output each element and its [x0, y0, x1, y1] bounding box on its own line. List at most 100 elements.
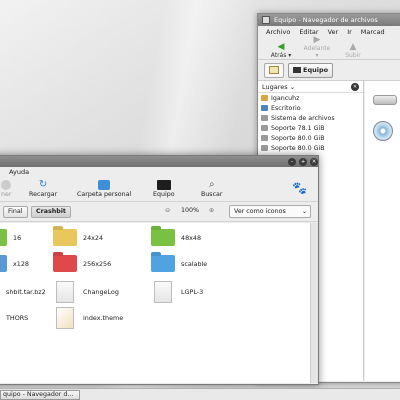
hard-drive-icon[interactable] [373, 95, 397, 105]
menu-ayuda[interactable]: Ayuda [9, 168, 29, 176]
home-folder-icon [98, 180, 111, 190]
file-item[interactable]: 16 [0, 229, 21, 246]
file-item[interactable]: x128 [0, 255, 29, 272]
crumb-crashbit[interactable]: Crashbit [31, 206, 71, 218]
place-icon [261, 115, 268, 121]
places-header[interactable]: Lugares ⌄ ✕ [258, 81, 363, 93]
theme-file-icon [56, 307, 74, 329]
menu-archivo[interactable]: Archivo [266, 26, 290, 38]
place-icon [261, 135, 268, 141]
place-item[interactable]: Soporte 78.1 GiB [258, 123, 363, 133]
front-window-pathbar: Final Crashbit ⊖ 100% ⊕ Ver como iconos … [0, 202, 318, 222]
arrow-left-icon: ◀ [277, 42, 285, 52]
place-icon [261, 145, 268, 151]
front-window-toolbar: ner ↻ Recargar Carpeta personal Equipo ⌕… [0, 178, 318, 202]
file-name: index.theme [83, 314, 124, 322]
vertical-scrollbar[interactable] [310, 223, 318, 383]
crumb-final[interactable]: Final [3, 206, 28, 218]
back-window-titlebar[interactable]: Equipo - Navegador de archivos [258, 14, 400, 26]
file-item[interactable]: shbit.tar.bz2 [0, 281, 46, 303]
up-button-label: Subir [345, 52, 361, 59]
back-window-title: Equipo - Navegador de archivos [274, 16, 378, 24]
file-item[interactable]: 48x48 [151, 229, 201, 246]
reload-button-label: Recargar [29, 191, 58, 198]
file-name: 256x256 [83, 259, 112, 268]
stop-button[interactable]: ner [1, 180, 11, 198]
close-window-icon[interactable]: ✕ [310, 157, 318, 166]
front-window-menubar: Ayuda [0, 167, 318, 178]
place-item[interactable]: Igancuhz [258, 93, 363, 103]
file-name: shbit.tar.bz2 [6, 288, 46, 296]
taskbar-window-button[interactable]: quipo - Navegador d... [0, 390, 80, 400]
taskbar-window-label: quipo - Navegador d... [3, 391, 74, 398]
back-window-content [365, 81, 400, 381]
computer-icon [262, 16, 270, 24]
arrow-right-icon: ▶ [313, 35, 321, 45]
folder-icon [53, 255, 77, 272]
back-button-label: Atrás [270, 52, 287, 59]
front-file-browser-window[interactable]: – + ✕ Ayuda ner ↻ Recargar Carpeta perso… [0, 155, 319, 385]
zoom-in-icon[interactable]: ⊕ [209, 207, 214, 214]
folder-icon [0, 229, 7, 246]
stop-button-label: ner [1, 191, 12, 198]
menu-marcadores[interactable]: Marcad [361, 26, 385, 38]
view-mode-select[interactable]: Ver como iconos ⌄ [229, 205, 311, 218]
folder-icon [53, 229, 77, 246]
file-name: 48x48 [181, 233, 202, 242]
computer-small-icon [293, 67, 301, 73]
optical-disc-icon[interactable] [373, 121, 393, 141]
place-item[interactable]: Escritorio [258, 103, 363, 113]
file-name: LGPL-3 [181, 288, 204, 296]
zoom-out-icon[interactable]: ⊖ [165, 207, 170, 214]
place-label: Soporte 80.0 GiB [271, 144, 325, 152]
file-item[interactable]: scalable [151, 255, 207, 272]
minimize-icon[interactable]: – [288, 157, 296, 166]
back-button[interactable]: ◀ Atrás ▾ [266, 42, 296, 59]
place-label: Sistema de archivos [271, 114, 335, 122]
menu-ir[interactable]: Ir [347, 26, 352, 38]
up-button[interactable]: ▲ Subir [338, 42, 368, 59]
place-icon [261, 125, 268, 131]
reload-button[interactable]: ↻ Recargar [29, 179, 58, 199]
file-name: 16 [13, 233, 22, 242]
document-icon [154, 281, 172, 303]
back-window-nav-toolbar: ◀ Atrás ▾ ▶ Adelante ▾ ▲ Subir [258, 35, 400, 60]
place-item[interactable]: Soporte 80.0 GiB [258, 143, 363, 153]
search-button[interactable]: ⌕ Buscar [201, 179, 223, 199]
file-item[interactable]: index.theme [53, 307, 123, 329]
file-item[interactable]: 256x256 [53, 255, 111, 272]
file-item[interactable]: THORS [0, 307, 28, 329]
computer-button[interactable]: Equipo [153, 180, 175, 198]
close-icon[interactable]: ✕ [351, 82, 359, 91]
view-mode-value: Ver como iconos [234, 208, 286, 215]
file-name: ChangeLog [83, 288, 119, 296]
place-item[interactable]: Soporte 80.0 GiB [258, 133, 363, 143]
file-name: x128 [13, 259, 29, 268]
zoom-level: 100% [181, 207, 200, 214]
file-name: scalable [181, 259, 208, 268]
file-item[interactable]: 24x24 [53, 229, 103, 246]
maximize-icon[interactable]: + [299, 157, 307, 166]
file-item[interactable]: LGPL-3 [151, 281, 203, 303]
home-folder-button-label: Carpeta personal [77, 191, 132, 198]
location-crumb-equipo[interactable]: Equipo [288, 62, 334, 78]
chevron-down-icon: ⌄ [301, 208, 307, 215]
file-item[interactable]: ChangeLog [53, 281, 119, 303]
place-label: Escritorio [271, 104, 301, 112]
places-header-label: Lugares ⌄ [262, 82, 296, 91]
search-button-label: Buscar [201, 191, 223, 198]
home-folder-button[interactable]: Carpeta personal [77, 180, 131, 198]
reload-icon: ↻ [38, 179, 48, 190]
forward-button[interactable]: ▶ Adelante ▾ [302, 35, 332, 59]
file-icon-view: 16 24x24 48x48 x128 256x256 scalable shbit.tar… [0, 223, 311, 383]
file-name: THORS [6, 314, 29, 322]
front-window-titlebar[interactable]: – + ✕ [0, 156, 318, 167]
edit-location-button[interactable] [264, 62, 284, 78]
computer-button-label: Equipo [153, 191, 175, 198]
pencil-icon [269, 66, 279, 74]
place-label: Igancuhz [271, 94, 300, 102]
place-item[interactable]: Sistema de archivos [258, 113, 363, 123]
place-icon [261, 95, 268, 101]
arrow-up-icon: ▲ [349, 42, 357, 52]
search-icon: ⌕ [208, 179, 215, 190]
